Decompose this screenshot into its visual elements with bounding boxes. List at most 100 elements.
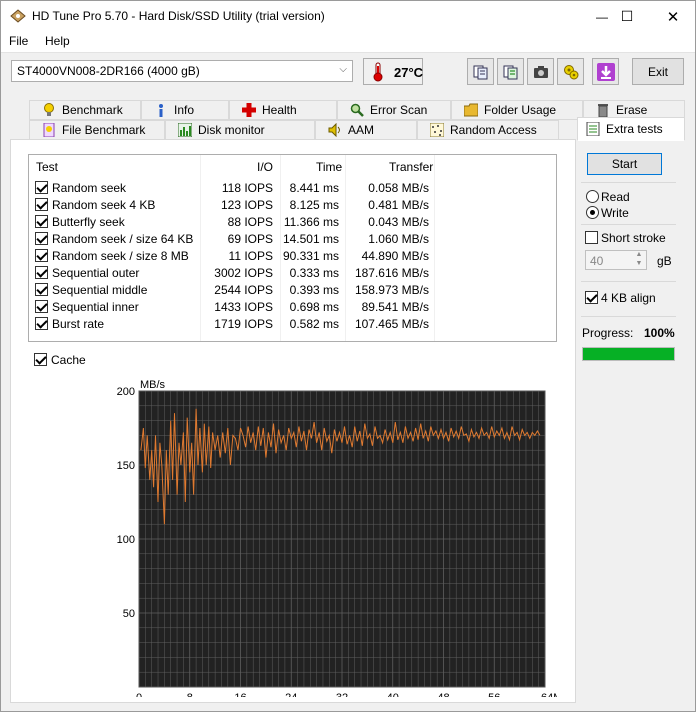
cell-io: 123 IOPS [220, 198, 273, 212]
spin-down-icon[interactable]: ▼ [632, 260, 646, 269]
options-button[interactable] [557, 58, 584, 85]
row-checkbox[interactable] [35, 249, 48, 262]
header-transfer[interactable]: Transfer [389, 155, 433, 177]
divider [581, 182, 676, 183]
cell-transfer: 107.465 MB/s [354, 317, 429, 331]
table-row[interactable]: Random seek / size 8 MB 11 IOPS 90.331 ms 4… [29, 247, 556, 264]
close-button[interactable]: ✕ [650, 1, 695, 32]
window-title: HD Tune Pro 5.70 - Hard Disk/SSD Utility… [32, 9, 325, 23]
cell-time: 8.125 ms [289, 198, 339, 212]
cell-transfer: 89.541 MB/s [361, 300, 429, 314]
table-row[interactable]: Burst rate 1719 IOPS 0.582 ms 107.465 MB/s [29, 315, 556, 332]
drive-select[interactable]: ST4000VN008-2DR166 (4000 gB) ⌵ [11, 60, 353, 82]
cell-io: 1719 IOPS [214, 317, 273, 331]
row-checkbox[interactable] [35, 232, 48, 245]
speaker-icon [328, 123, 340, 137]
x-tick-label: 0 [136, 692, 142, 697]
table-row[interactable]: Random seek 4 KB 123 IOPS 8.125 ms 0.481 MB… [29, 196, 556, 213]
cell-test: Random seek [52, 181, 127, 195]
cell-time: 90.331 ms [282, 249, 339, 263]
cell-io: 69 IOPS [227, 232, 273, 246]
menu-file[interactable]: File [9, 34, 28, 48]
header-time[interactable]: Time [316, 155, 342, 177]
tab-info[interactable]: Info [141, 100, 229, 120]
transfer-chart: 50 100 150 200 MB/s 0 8 16 24 32 40 48 56 64MB [109, 377, 570, 704]
cell-transfer: 44.890 MB/s [361, 249, 429, 263]
read-radio[interactable] [586, 190, 599, 203]
copy-all-button[interactable] [497, 58, 524, 85]
header-io[interactable]: I/O [257, 155, 273, 177]
cell-transfer: 187.616 MB/s [354, 266, 429, 280]
row-checkbox[interactable] [35, 266, 48, 279]
tab-random-access[interactable]: Random Access [417, 120, 559, 140]
spin-up-icon[interactable]: ▲ [632, 251, 646, 260]
tab-extra-tests[interactable]: Extra tests [577, 117, 685, 141]
align-checkbox[interactable] [585, 291, 598, 304]
cell-test: Burst rate [52, 317, 105, 331]
cell-test: Random seek / size 64 KB [52, 232, 194, 246]
chevron-down-icon: ⌵ [339, 64, 347, 75]
table-row[interactable]: Sequential outer 3002 IOPS 0.333 ms 187.616… [29, 264, 556, 281]
row-checkbox[interactable] [35, 198, 48, 211]
save-button[interactable] [592, 58, 619, 85]
copy-info-button[interactable] [467, 58, 494, 85]
start-button[interactable]: Start [587, 153, 662, 175]
screenshot-button[interactable] [527, 58, 554, 85]
cell-test: Random seek / size 8 MB [52, 249, 189, 263]
results-table: Test I/O Time Transfer Random seek 118 IO… [28, 154, 557, 342]
maximize-button[interactable]: ☐ [604, 1, 650, 32]
app-window: HD Tune Pro 5.70 - Hard Disk/SSD Utility… [0, 0, 696, 712]
write-radio[interactable] [586, 206, 599, 219]
tab-info-label: Info [174, 103, 195, 117]
cell-test: Sequential outer [52, 266, 140, 280]
align-label: 4 KB align [601, 291, 656, 305]
cell-time: 8.441 ms [289, 181, 339, 195]
cache-checkbox[interactable] [34, 353, 47, 366]
row-checkbox[interactable] [35, 283, 48, 296]
title-bar: HD Tune Pro 5.70 - Hard Disk/SSD Utility… [1, 1, 695, 32]
cell-time: 0.582 ms [289, 317, 339, 331]
tab-disk-monitor[interactable]: Disk monitor [165, 120, 315, 140]
temperature-display: 27°C [363, 58, 423, 85]
table-row[interactable]: Random seek 118 IOPS 8.441 ms 0.058 MB/s [29, 179, 556, 196]
short-stroke-checkbox[interactable] [585, 231, 598, 244]
cell-io: 88 IOPS [227, 215, 273, 229]
progress-bar [582, 347, 675, 361]
menu-bar: File Help [1, 32, 695, 52]
tab-aam[interactable]: AAM [315, 120, 417, 140]
exit-button[interactable]: Exit [632, 58, 684, 85]
short-stroke-size-input[interactable]: 40 ▲ ▼ [585, 250, 647, 270]
cell-time: 0.333 ms [289, 266, 339, 280]
row-checkbox[interactable] [35, 215, 48, 228]
progress-label: Progress: [582, 326, 634, 340]
tab-folder-usage-label: Folder Usage [484, 103, 557, 117]
row-checkbox[interactable] [35, 317, 48, 330]
copy-icon [473, 65, 487, 79]
stroke-unit-label: gB [657, 254, 672, 268]
short-stroke-size-value: 40 [590, 254, 604, 268]
x-tick-label: 32 [336, 692, 348, 697]
row-checkbox[interactable] [35, 181, 48, 194]
x-tick-label: 8 [187, 692, 193, 697]
table-row[interactable]: Sequential middle 2544 IOPS 0.393 ms 158.97… [29, 281, 556, 298]
table-row[interactable]: Sequential inner 1433 IOPS 0.698 ms 89.541 … [29, 298, 556, 315]
table-row[interactable]: Butterfly seek 88 IOPS 11.366 ms 0.043 MB/s [29, 213, 556, 230]
tab-file-benchmark[interactable]: File Benchmark [29, 120, 165, 140]
menu-help[interactable]: Help [45, 34, 70, 48]
read-label: Read [601, 190, 630, 204]
gears-icon [563, 64, 578, 79]
cell-time: 11.366 ms [283, 215, 339, 229]
cell-time: 0.698 ms [289, 300, 339, 314]
tab-error-scan[interactable]: Error Scan [337, 100, 451, 120]
tab-health[interactable]: Health [229, 100, 337, 120]
x-tick-label: 24 [285, 692, 297, 697]
cell-transfer: 158.973 MB/s [354, 283, 429, 297]
header-test[interactable]: Test [36, 155, 58, 177]
row-checkbox[interactable] [35, 300, 48, 313]
tab-extra-tests-label: Extra tests [606, 122, 663, 136]
tab-benchmark[interactable]: Benchmark [29, 100, 141, 120]
random-access-icon [430, 123, 444, 137]
tab-folder-usage[interactable]: Folder Usage [451, 100, 583, 120]
cell-transfer: 1.060 MB/s [368, 232, 429, 246]
table-row[interactable]: Random seek / size 64 KB 69 IOPS 14.501 ms… [29, 230, 556, 247]
